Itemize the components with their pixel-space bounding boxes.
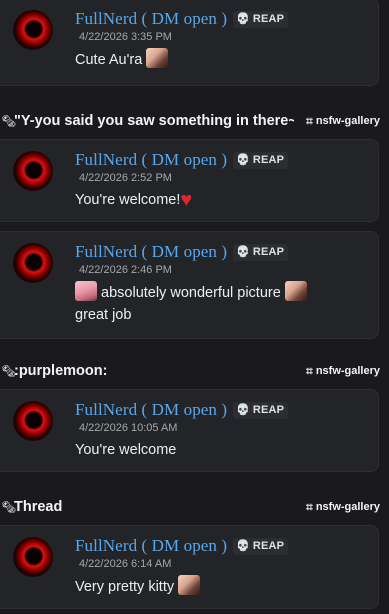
- message-content: Cute Au'ra: [75, 48, 169, 71]
- username[interactable]: FullNerd ( DM open ): [75, 536, 227, 556]
- hash-icon: ⌗: [306, 363, 313, 378]
- channel-link[interactable]: ⌗ nsfw-gallery: [306, 500, 380, 515]
- timestamp: 4/22/2026 2:52 PM: [79, 172, 172, 184]
- message-content: absolutely wonderful picture great job: [75, 281, 307, 326]
- timestamp: 4/22/2026 10:05 AM: [79, 422, 178, 434]
- custom-emoji-hand-icon: [146, 48, 169, 68]
- channel-name: nsfw-gallery: [315, 115, 380, 127]
- message-content: You're welcome: [75, 439, 176, 461]
- timestamp: 4/22/2026 6:14 AM: [79, 558, 172, 570]
- message-text: You're welcome: [75, 442, 177, 458]
- message-card[interactable]: FullNerd ( DM open ) 💀 REAP 4/22/2026 3:…: [0, 0, 379, 86]
- message-text: Cute Au'ra: [75, 52, 143, 68]
- timestamp: 4/22/2026 2:46 PM: [79, 264, 172, 276]
- thread-header[interactable]: 🗞 :purplemoon: ⌗ nsfw-gallery: [0, 360, 389, 382]
- message-content: Very pretty kitty: [75, 575, 201, 598]
- tag-label: REAP: [252, 154, 285, 166]
- message-card[interactable]: FullNerd ( DM open ) 💀 REAP 4/22/2026 10…: [0, 389, 379, 472]
- thread-title[interactable]: "Y-you said you saw something in there~: [14, 113, 294, 129]
- thread-title[interactable]: :purplemoon:: [14, 363, 107, 379]
- tag-label: REAP: [252, 246, 285, 258]
- custom-emoji-hand-icon: [284, 281, 307, 301]
- username[interactable]: FullNerd ( DM open ): [75, 150, 227, 170]
- message-text: You're welcome!: [75, 192, 181, 208]
- thread-icon: 🗞: [1, 364, 17, 378]
- username[interactable]: FullNerd ( DM open ): [75, 242, 227, 262]
- username[interactable]: FullNerd ( DM open ): [75, 9, 227, 29]
- server-tag[interactable]: 💀 REAP: [233, 151, 289, 169]
- tag-label: REAP: [252, 540, 285, 552]
- timestamp: 4/22/2026 3:35 PM: [79, 31, 172, 43]
- thread-icon: 🗞: [1, 114, 17, 128]
- server-tag[interactable]: 💀 REAP: [233, 10, 289, 28]
- username[interactable]: FullNerd ( DM open ): [75, 400, 227, 420]
- skull-icon: 💀: [236, 539, 250, 552]
- avatar[interactable]: [13, 401, 53, 441]
- message-card[interactable]: FullNerd ( DM open ) 💀 REAP 4/22/2026 2:…: [0, 231, 379, 339]
- message-card[interactable]: FullNerd ( DM open ) 💀 REAP 4/22/2026 2:…: [0, 139, 379, 222]
- channel-name: nsfw-gallery: [315, 501, 380, 513]
- server-tag[interactable]: 💀 REAP: [233, 537, 289, 555]
- message-text: absolutely wonderful picture: [101, 285, 281, 301]
- channel-link[interactable]: ⌗ nsfw-gallery: [306, 364, 380, 379]
- thread-header[interactable]: 🗞 "Y-you said you saw something in there…: [0, 110, 389, 132]
- custom-emoji-hand-icon: [178, 575, 201, 595]
- channel-name: nsfw-gallery: [315, 365, 380, 377]
- avatar[interactable]: [13, 243, 53, 283]
- custom-emoji-anime-icon: [75, 281, 97, 301]
- avatar[interactable]: [13, 151, 53, 191]
- avatar[interactable]: [13, 537, 53, 577]
- server-tag[interactable]: 💀 REAP: [233, 401, 289, 419]
- tag-label: REAP: [252, 404, 285, 416]
- thread-header[interactable]: 🗞 Thread ⌗ nsfw-gallery: [0, 496, 389, 518]
- hash-icon: ⌗: [306, 113, 313, 128]
- skull-icon: 💀: [236, 12, 250, 25]
- hash-icon: ⌗: [306, 499, 313, 514]
- skull-icon: 💀: [236, 245, 250, 258]
- message-content: You're welcome!♥: [75, 189, 192, 211]
- message-card[interactable]: FullNerd ( DM open ) 💀 REAP 4/22/2026 6:…: [0, 525, 379, 609]
- server-tag[interactable]: 💀 REAP: [233, 243, 289, 261]
- thread-icon: 🗞: [1, 500, 17, 514]
- avatar[interactable]: [13, 10, 53, 50]
- skull-icon: 💀: [236, 153, 250, 166]
- tag-label: REAP: [252, 13, 285, 25]
- thread-title[interactable]: Thread: [14, 499, 62, 515]
- message-text: Very pretty kitty: [75, 579, 175, 595]
- channel-link[interactable]: ⌗ nsfw-gallery: [306, 114, 380, 129]
- red-heart-icon: ♥: [180, 189, 193, 211]
- message-text-line2: great job: [75, 307, 132, 323]
- skull-icon: 💀: [236, 403, 250, 416]
